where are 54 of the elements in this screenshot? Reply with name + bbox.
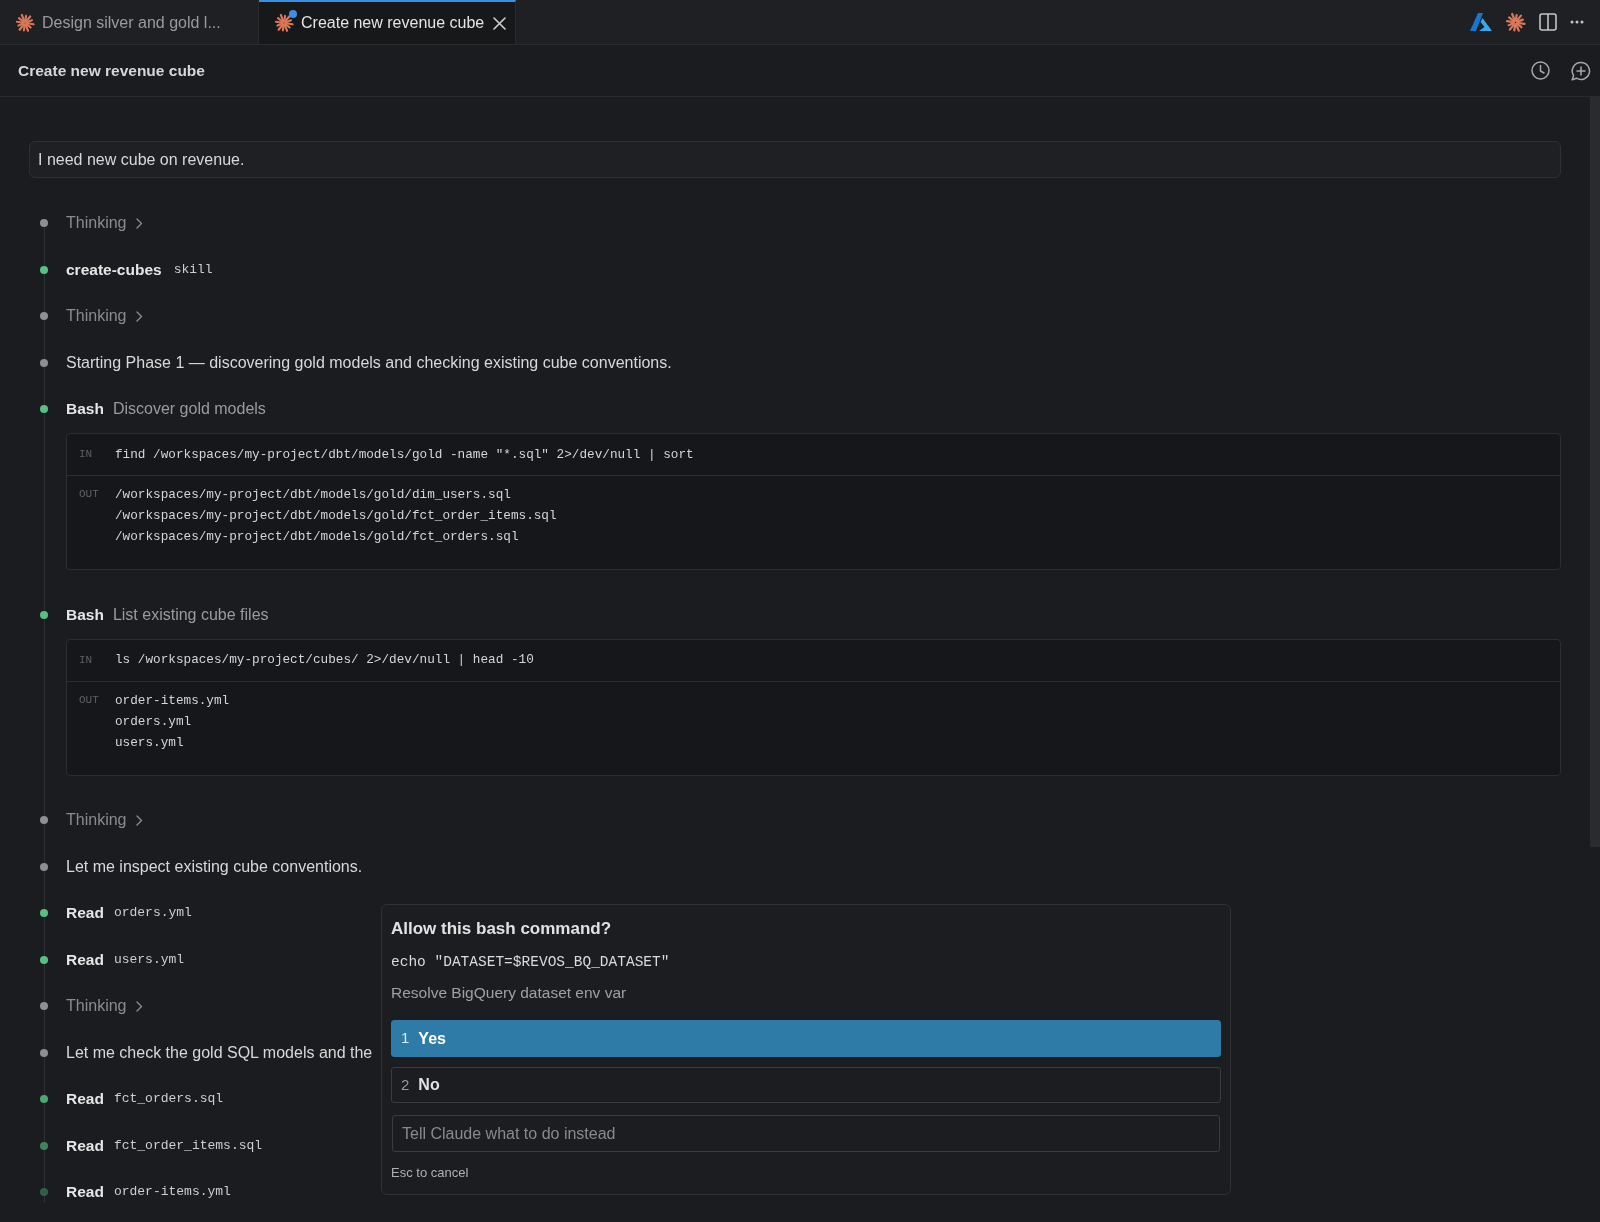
option-button[interactable]: 1 Yes [391, 1020, 1221, 1057]
file-name: order-items.yml [113, 1183, 231, 1202]
input-label: IN [79, 447, 94, 463]
more-icon[interactable] [1570, 20, 1584, 24]
command-text: find /workspaces/my-project/dbt/models/gold -name "*.sql" 2>/dev/null | sort [115, 445, 694, 464]
dialog-description: Resolve BigQuery dataset env var [391, 983, 627, 1003]
tool-name: Bash [66, 399, 104, 420]
close-icon[interactable] [493, 16, 507, 30]
output-line: order-items.yml [115, 691, 230, 710]
tool-name: Read [66, 949, 104, 970]
thinking-toggle[interactable]: Thinking [66, 304, 144, 328]
file-name: fct_order_items.sql [113, 1136, 263, 1155]
user-message: I need new cube on revenue. [29, 141, 1561, 178]
output-label: OUT [79, 487, 100, 502]
tab[interactable]: Create new revenue cube [259, 0, 516, 44]
output-line: /workspaces/my-project/dbt/models/gold/fct_order_items.sql [115, 507, 557, 525]
option-button[interactable]: 2 No [391, 1067, 1221, 1103]
input-label: IN [79, 652, 94, 668]
instruction-field[interactable]: Tell Claude what to do instead [392, 1115, 1220, 1152]
thinking-toggle[interactable]: Thinking [66, 994, 144, 1018]
output-label: OUT [79, 692, 100, 708]
dialog-title: Allow this bash command? [391, 919, 612, 939]
assistant-message: Starting Phase 1 — discovering gold models and checking existing cube conventions. [66, 352, 672, 373]
command-text: ls /workspaces/my-project/cubes/ 2>/dev/null | head -10 [115, 651, 534, 670]
panel-title: Create new revenue cube [18, 60, 205, 81]
thinking-toggle[interactable]: Thinking [66, 808, 144, 832]
command-text: echo "DATASET=$REVOS_BQ_DATASET" [391, 953, 670, 972]
tool-name: Read [66, 1182, 104, 1203]
output-line: /workspaces/my-project/dbt/models/gold/fct_orders.sql [115, 528, 519, 546]
hint-text: Esc to cancel [391, 1165, 469, 1181]
starburst-icon[interactable] [1505, 11, 1526, 33]
file-name: users.yml [113, 950, 185, 969]
file-name: fct_orders.sql [113, 1090, 224, 1109]
file-name: orders.yml [113, 904, 192, 923]
tool-name: Bash [66, 604, 104, 625]
tool-name: Read [66, 1089, 104, 1110]
tool-name: Read [66, 1135, 104, 1156]
starburst-icon [15, 13, 35, 33]
split-editor-icon[interactable] [1539, 13, 1557, 31]
output-line: users.yml [115, 733, 184, 752]
thinking-toggle[interactable]: Thinking [66, 211, 144, 235]
skill-name: create-cubes [66, 259, 162, 280]
assistant-message: Let me check the gold SQL models and the [66, 1042, 373, 1063]
output-line: orders.yml [115, 712, 192, 731]
tool-name: Read [66, 903, 104, 924]
tool-description: List existing cube files [112, 604, 269, 625]
assistant-message: Let me inspect existing cube conventions. [66, 856, 363, 877]
tool-description: Discover gold models [112, 399, 266, 419]
output-line: /workspaces/my-project/dbt/models/gold/dim_users.sql [115, 486, 511, 504]
skill-label: skill [173, 260, 213, 279]
chat-plus-icon[interactable] [1571, 60, 1591, 81]
clock-icon[interactable] [1531, 61, 1550, 80]
a-logo-icon[interactable] [1470, 13, 1492, 31]
starburst-icon [274, 13, 294, 33]
